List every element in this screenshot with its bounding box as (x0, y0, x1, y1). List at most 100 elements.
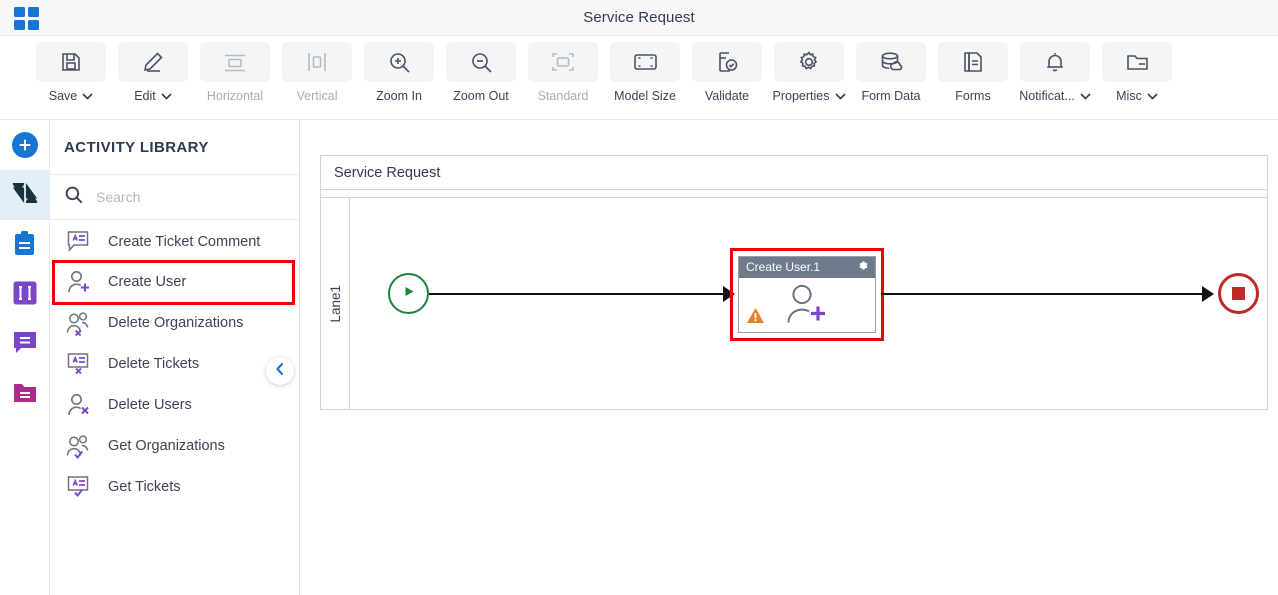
chat-bubble-icon (12, 330, 38, 360)
search-row (50, 175, 299, 220)
activity-item-label: Create Ticket Comment (108, 233, 261, 250)
pool-service-request[interactable]: Service Request Lane1 Create User.1 (320, 155, 1268, 410)
chevron-left-icon (274, 362, 286, 381)
activity-item-label: Create User (108, 274, 187, 290)
toolbar-label-model-size: Model Size (614, 89, 676, 103)
activity-item-delete-tickets[interactable]: Delete Tickets (50, 344, 299, 385)
chevron-down-icon (1080, 92, 1091, 100)
toolbar-button-horizontal[interactable]: Horizontal (200, 36, 270, 103)
toolbar-label-zoom-in: Zoom In (376, 89, 422, 103)
org-delete-icon (64, 310, 94, 337)
stop-square-icon (1232, 287, 1245, 300)
activity-item-label: Delete Organizations (108, 315, 244, 331)
toolbar-button-vertical[interactable]: Vertical (282, 36, 352, 103)
toolbar-label-vertical: Vertical (296, 89, 338, 103)
gear-icon[interactable] (856, 259, 869, 277)
search-input[interactable] (96, 189, 266, 205)
zoom-in-icon (364, 42, 434, 82)
bell-icon (1020, 42, 1090, 82)
toolbar-button-model-size[interactable]: Model Size (610, 36, 680, 103)
lane-row[interactable]: Lane1 Create User.1 (321, 198, 1267, 410)
activity-item-label: Delete Users (108, 397, 192, 413)
user-add-icon (64, 269, 94, 296)
toolbar-button-forms[interactable]: Forms (938, 36, 1008, 103)
toolbar-label-zoom-out: Zoom Out (453, 89, 509, 103)
horizontal-align-icon (200, 42, 270, 82)
toolbar-button-zoom-out[interactable]: Zoom Out (446, 36, 516, 103)
toolbar-label-forms: Forms (955, 89, 991, 103)
rail-item-messages[interactable] (0, 320, 50, 370)
toolbar-label-properties: Properties (772, 89, 830, 103)
task-body (739, 278, 875, 333)
rail-item-add[interactable] (0, 120, 50, 170)
rail-item-tasks[interactable] (0, 220, 50, 270)
activity-item-label: Delete Tickets (108, 356, 200, 372)
activity-item-label: Get Organizations (108, 438, 225, 454)
ticket-comment-icon (64, 229, 94, 255)
chevron-down-icon (1147, 92, 1158, 100)
toolbar-button-zoom-in[interactable]: Zoom In (364, 36, 434, 103)
validate-doc-icon (692, 42, 762, 82)
save-floppy-icon (36, 42, 106, 82)
pool-header: Service Request (321, 156, 1267, 190)
lane-label: Lane1 (321, 198, 350, 410)
model-size-icon (610, 42, 680, 82)
lane-name: Lane1 (327, 285, 343, 323)
zendesk-logo-icon (12, 180, 38, 211)
collapse-panel-button[interactable] (266, 357, 294, 385)
toolbar-label-validate: Validate (704, 89, 750, 103)
rail-item-zendesk[interactable] (0, 170, 50, 220)
user-add-icon (782, 282, 832, 331)
page-title: Service Request (583, 9, 695, 26)
diagram-canvas[interactable]: Service Request Lane1 Create User.1 (300, 120, 1278, 595)
toolbar-button-misc[interactable]: Misc (1102, 36, 1172, 103)
clipboard-icon (12, 230, 37, 261)
activity-item-create-user[interactable]: Create User (52, 260, 295, 305)
task-title: Create User.1 (746, 260, 821, 274)
pencil-edit-icon (118, 42, 188, 82)
warning-triangle-icon (746, 307, 765, 329)
activity-item-label: Get Tickets (108, 479, 181, 495)
ticket-delete-icon (64, 351, 94, 378)
database-icon (856, 42, 926, 82)
sequence-flow-1[interactable] (429, 293, 728, 295)
toolbar-label-edit: Edit (134, 89, 156, 103)
rail-item-columns[interactable] (0, 270, 50, 320)
toolbar-button-save[interactable]: Save (36, 36, 106, 103)
apps-grid-icon[interactable] (14, 6, 40, 30)
toolbar-button-form-data[interactable]: Form Data (856, 36, 926, 103)
toolbar-label-form-data: Form Data (861, 89, 921, 103)
start-event[interactable] (388, 273, 429, 314)
toolbar-button-standard[interactable]: Standard (528, 36, 598, 103)
columns-icon (12, 280, 38, 311)
activity-item-create-ticket-comment[interactable]: Create Ticket Comment (50, 222, 299, 262)
lane-body[interactable]: Create User.1 (350, 198, 1267, 410)
toolbar-button-notifications[interactable]: Notificat... (1019, 36, 1091, 103)
activity-item-delete-organizations[interactable]: Delete Organizations (50, 303, 299, 344)
task-create-user-selection[interactable]: Create User.1 (730, 248, 884, 341)
document-icon (938, 42, 1008, 82)
standard-size-icon (528, 42, 598, 82)
activity-item-get-organizations[interactable]: Get Organizations (50, 426, 299, 467)
chevron-down-icon (82, 92, 93, 100)
activity-item-delete-users[interactable]: Delete Users (50, 385, 299, 426)
toolbar: Save Edit Horizontal Vertical Zoom In Zo… (0, 36, 1278, 120)
toolbar-label-misc: Misc (1116, 89, 1142, 103)
toolbar-button-validate[interactable]: Validate (692, 36, 762, 103)
folder-icon (1102, 42, 1172, 82)
activity-list: Create Ticket Comment Create User Delete… (50, 220, 299, 508)
sequence-flow-2[interactable] (881, 293, 1204, 295)
end-event[interactable] (1218, 273, 1259, 314)
toolbar-button-properties[interactable]: Properties (772, 36, 846, 103)
toolbar-button-edit[interactable]: Edit (118, 36, 188, 103)
user-delete-icon (64, 392, 94, 419)
chevron-down-icon (161, 92, 172, 100)
play-triangle-icon (401, 284, 416, 304)
rail-item-files[interactable] (0, 370, 50, 420)
activity-item-get-tickets[interactable]: Get Tickets (50, 467, 299, 508)
sequence-flow-2-arrow (1202, 286, 1214, 302)
task-create-user[interactable]: Create User.1 (738, 256, 876, 333)
activity-library-title: ACTIVITY LIBRARY (50, 120, 299, 175)
task-header: Create User.1 (739, 257, 875, 278)
zoom-out-icon (446, 42, 516, 82)
